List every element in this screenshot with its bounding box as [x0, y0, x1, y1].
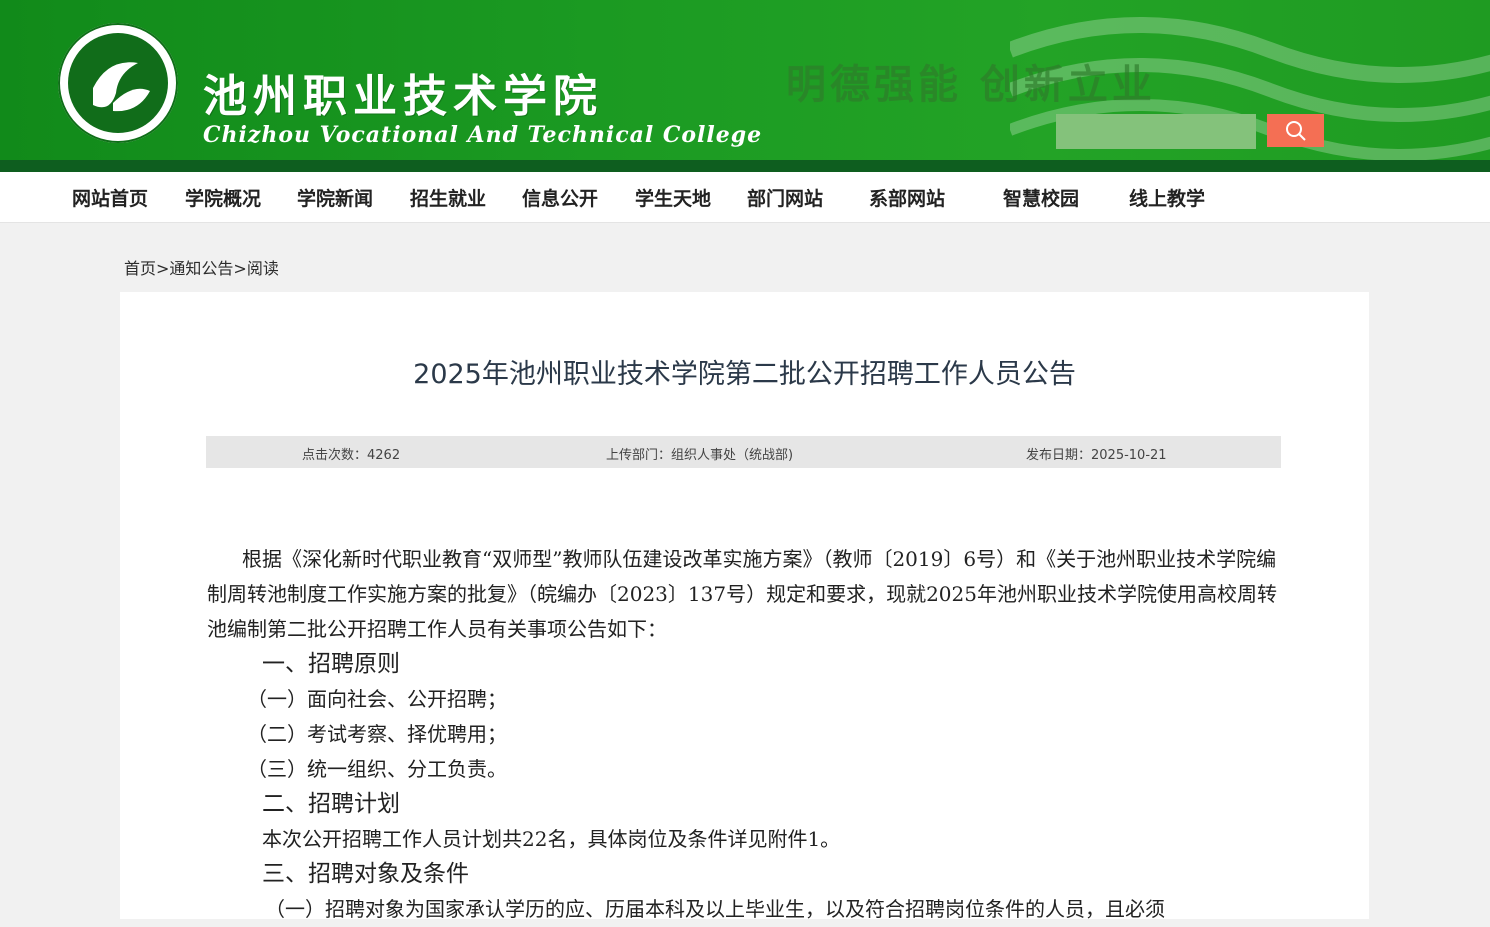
section-heading-1: 一、招聘原则 [262, 651, 400, 677]
nav-item-faculties[interactable]: 系部网站 [869, 184, 945, 211]
eligibility-paragraph: （一）招聘对象为国家承认学历的应、历届本科及以上毕业生，以及符合招聘岗位条件的人… [265, 897, 1165, 921]
nav-item-departments[interactable]: 部门网站 [747, 184, 823, 211]
article-meta-bar: 点击次数：4262 上传部门：组织人事处（统战部) 发布日期：2025-10-2… [206, 436, 1281, 468]
nav-item-news[interactable]: 学院新闻 [297, 184, 373, 211]
plan-paragraph: 本次公开招聘工作人员计划共22名，具体岗位及条件详见附件1。 [262, 827, 841, 851]
view-count: 点击次数：4262 [302, 448, 401, 463]
main-nav: 网站首页 学院概况 学院新闻 招生就业 信息公开 学生天地 部门网站 系部网站 … [0, 172, 1490, 223]
search-input[interactable] [1056, 114, 1256, 149]
site-header: 池州职业技术学院 Chizhou Vocational And Technica… [0, 0, 1490, 172]
school-motto: 明德强能 创新立业 [786, 61, 1156, 108]
intro-paragraph: 根据《深化新时代职业教育“双师型”教师队伍建设改革实施方案》（教师〔2019〕6… [207, 547, 1277, 641]
search-icon [1285, 120, 1306, 141]
list-item: （三）统一组织、分工负责。 [247, 757, 507, 781]
nav-item-online-teaching[interactable]: 线上教学 [1129, 184, 1205, 211]
nav-item-info[interactable]: 信息公开 [522, 184, 598, 211]
article-panel: 2025年池州职业技术学院第二批公开招聘工作人员公告 点击次数：4262 上传部… [120, 292, 1369, 921]
nav-item-home[interactable]: 网站首页 [72, 184, 148, 211]
nav-item-about[interactable]: 学院概况 [185, 184, 261, 211]
college-logo[interactable] [58, 23, 178, 143]
search-button[interactable] [1267, 114, 1324, 147]
logo-emblem-icon [68, 33, 168, 133]
section-heading-2: 二、招聘计划 [262, 791, 400, 817]
nav-item-admission[interactable]: 招生就业 [410, 184, 486, 211]
list-item: （二）考试考察、择优聘用； [247, 722, 507, 746]
section-heading-3: 三、招聘对象及条件 [262, 861, 469, 887]
publish-date: 发布日期：2025-10-21 [1026, 448, 1167, 463]
article-title: 2025年池州职业技术学院第二批公开招聘工作人员公告 [413, 359, 1076, 390]
header-bottom-band [0, 160, 1490, 172]
list-item: （一）面向社会、公开招聘； [247, 687, 507, 711]
breadcrumb[interactable]: 首页>通知公告>阅读 [124, 255, 279, 279]
school-name-cn: 池州职业技术学院 [203, 71, 603, 122]
article-content: 根据《深化新时代职业教育“双师型”教师队伍建设改革实施方案》（教师〔2019〕6… [207, 542, 1282, 927]
nav-item-students[interactable]: 学生天地 [635, 184, 711, 211]
nav-item-smart-campus[interactable]: 智慧校园 [1003, 184, 1079, 211]
upload-department: 上传部门：组织人事处（统战部) [606, 448, 794, 463]
school-name-en: Chizhou Vocational And Technical College [203, 122, 763, 148]
